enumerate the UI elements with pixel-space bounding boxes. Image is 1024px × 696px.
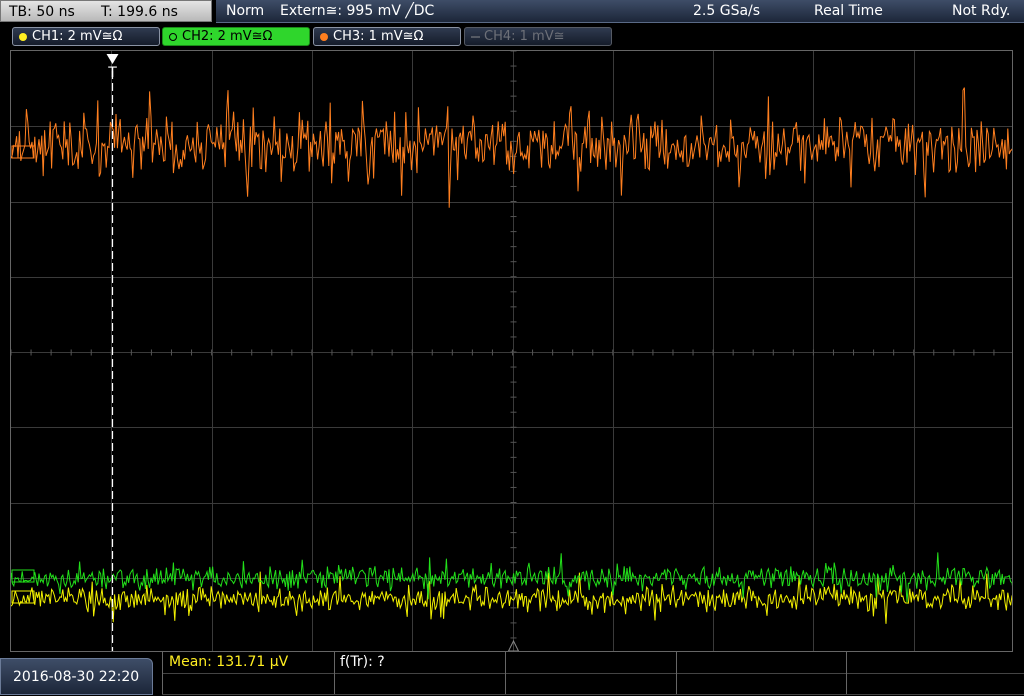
datetime-display: 2016-08-30 22:20	[0, 658, 153, 695]
trigger-time-value: T: 199.6 ns	[101, 4, 178, 20]
sample-rate: 2.5 GSa/s	[693, 3, 761, 19]
ch2-label: CH2: 2 mV≅Ω	[182, 29, 273, 44]
ch3-label: CH3: 1 mV≅Ω	[333, 29, 424, 44]
ch4-indicator-icon	[471, 36, 480, 38]
measurement-row	[162, 652, 1024, 674]
measurement-mean[interactable]: Mean: 131.71 µV	[169, 652, 288, 673]
timebase-panel[interactable]: TB: 50 ns T: 199.6 ns	[0, 0, 212, 22]
ch1-indicator-icon	[19, 33, 27, 41]
trigger-status-panel[interactable]: Norm Extern≅: 995 mV ╱DC 2.5 GSa/s Real …	[216, 0, 1024, 23]
measurement-frequency[interactable]: f(Tr): ?	[340, 652, 385, 673]
waveform-display[interactable]: T	[10, 50, 1013, 652]
ch4-label: CH4: 1 mV≅	[484, 29, 565, 44]
acquisition-mode: Real Time	[814, 3, 883, 19]
trigger-position-icon	[106, 54, 119, 64]
trigger-source: Extern≅: 995 mV ╱DC	[280, 3, 435, 19]
ch1-label: CH1: 2 mV≅Ω	[32, 29, 123, 44]
trigger-mode: Norm	[226, 3, 265, 19]
measurement-row	[162, 673, 1024, 695]
channel-tab-ch4[interactable]: CH4: 1 mV≅	[464, 27, 612, 46]
channel-tab-ch1[interactable]: CH1: 2 mV≅Ω	[12, 27, 160, 46]
top-status-bar: TB: 50 ns T: 199.6 ns Norm Extern≅: 995 …	[0, 0, 1024, 24]
acquisition-status: Not Rdy.	[952, 3, 1011, 19]
trigger-marker-label: T	[107, 65, 117, 81]
measurement-panel[interactable]: Mean: 131.71 µV f(Tr): ?	[162, 652, 1024, 695]
waveform-canvas: T	[11, 51, 1012, 651]
timebase-value: TB: 50 ns	[9, 4, 75, 20]
ch3-waveform	[11, 87, 1012, 208]
ch3-indicator-icon	[320, 33, 328, 41]
ch2-indicator-icon	[169, 33, 177, 41]
channel-tab-ch2[interactable]: CH2: 2 mV≅Ω	[162, 27, 310, 46]
channel-tab-ch3[interactable]: CH3: 1 mV≅Ω	[313, 27, 461, 46]
